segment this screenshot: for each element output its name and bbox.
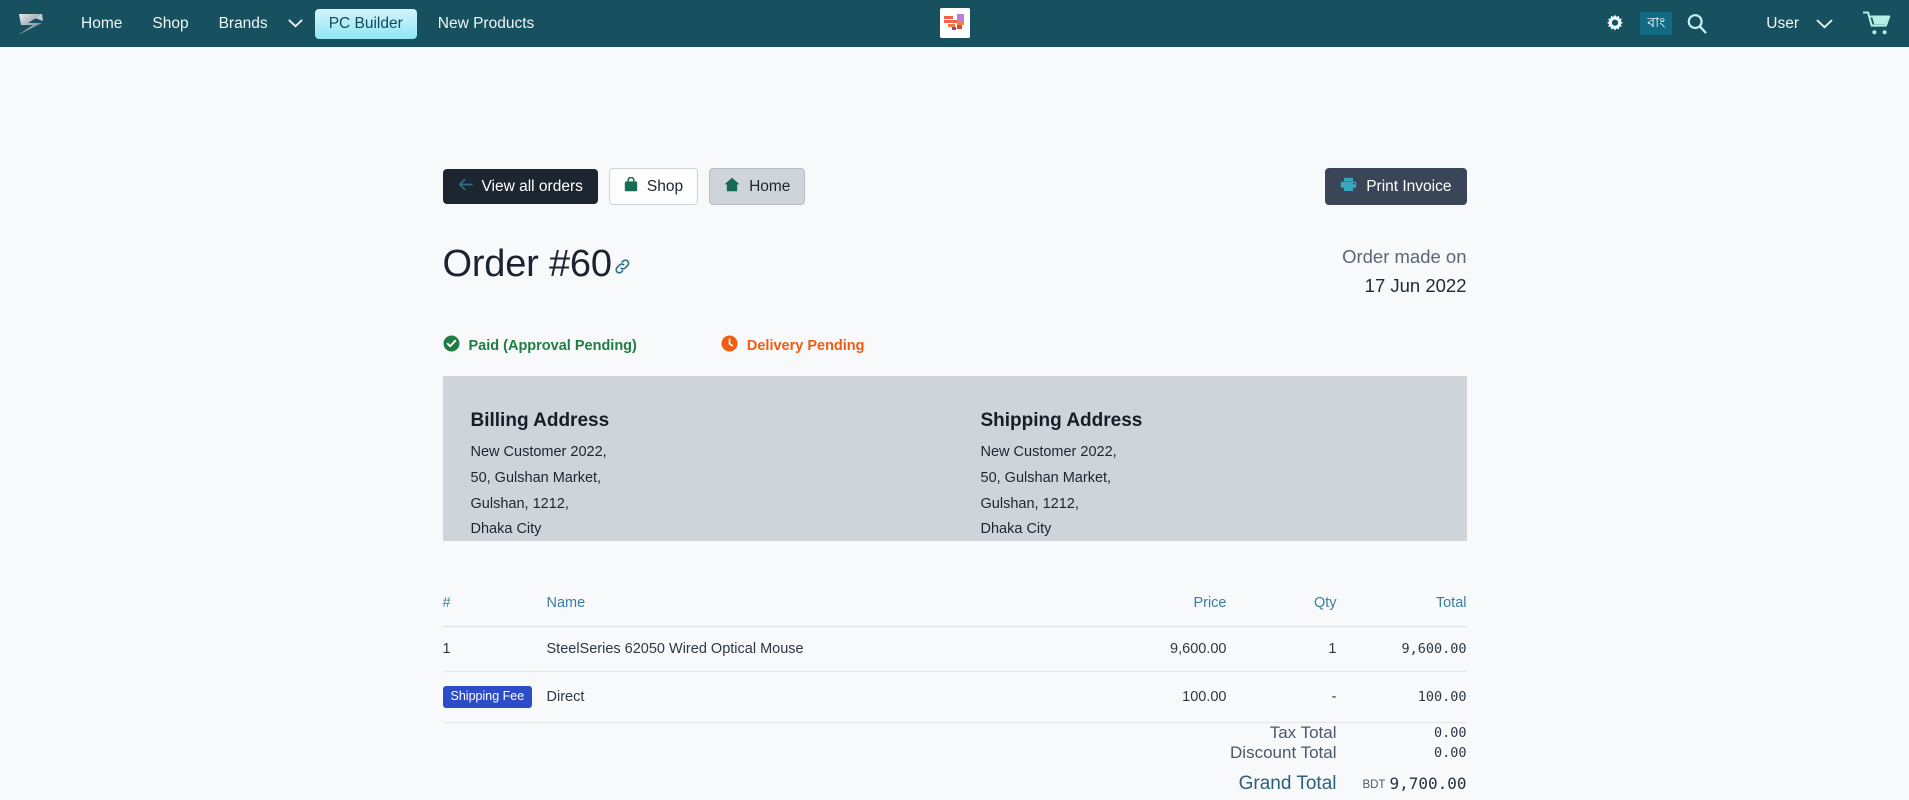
top-navbar: Home Shop Brands PC Builder New Products	[0, 0, 1909, 47]
clock-icon	[721, 335, 738, 356]
row-product-name: SteelSeries 62050 Wired Optical Mouse	[546, 626, 1047, 673]
discount-total-value: 0.00	[1433, 744, 1467, 761]
table-header-row: # Name Price Qty Total	[442, 587, 1467, 628]
shipping-address-line: Gulshan, 1212,	[980, 495, 1079, 512]
order-header: Order #60 Order made on 17 Jun 2022	[443, 243, 1467, 300]
table-row: Shipping Fee Direct 100.00 - 100.00	[442, 671, 1467, 723]
page-title: Order #60	[443, 243, 632, 286]
brand-logo-icon[interactable]	[14, 9, 48, 39]
home-button-label: Home	[749, 178, 791, 195]
order-title-text: Order #60	[442, 243, 612, 286]
delivery-status-label: Delivery Pending	[746, 337, 865, 354]
billing-address-title: Billing Address	[470, 410, 610, 432]
print-invoice-button[interactable]: Print Invoice	[1325, 168, 1467, 206]
shipping-address-line: Dhaka City	[980, 521, 1052, 538]
user-menu-label[interactable]: User	[1766, 15, 1799, 33]
column-header-index: #	[442, 587, 547, 628]
nav-item-new-products[interactable]: New Products	[423, 9, 549, 39]
printer-icon	[1340, 177, 1357, 196]
link-icon[interactable]	[613, 257, 632, 276]
home-icon	[724, 177, 740, 196]
shop-button[interactable]: Shop	[608, 168, 699, 206]
tax-total-label: Tax Total	[1269, 722, 1337, 742]
row-price: 100.00	[1046, 671, 1227, 723]
order-date-block: Order made on 17 Jun 2022	[1342, 243, 1466, 300]
row-qty: 1	[1226, 626, 1337, 673]
home-button[interactable]: Home	[709, 168, 806, 206]
discount-total-label: Discount Total	[1230, 742, 1337, 762]
delivery-status-badge: Delivery Pending	[721, 335, 865, 356]
column-header-qty: Qty	[1226, 587, 1337, 628]
row-price: 9,600.00	[1046, 626, 1227, 673]
shopping-cart-icon[interactable]	[1863, 10, 1893, 37]
payment-status-label: Paid (Approval Pending)	[468, 337, 637, 354]
nav-item-brands[interactable]: Brands	[204, 9, 283, 39]
language-toggle-button[interactable]: বাং	[1640, 12, 1673, 35]
grand-total-value-cell: BDT 9,700.00	[1337, 763, 1467, 795]
billing-address-line: Dhaka City	[470, 521, 542, 538]
status-badge: Shipping Fee	[442, 686, 533, 708]
totals-row-tax: Tax Total 0.00	[443, 723, 1467, 743]
nav-right-controls: বাং User	[1594, 0, 1909, 47]
view-all-orders-button[interactable]: View all orders	[442, 169, 598, 205]
shopping-bag-icon	[624, 176, 638, 196]
column-header-price: Price	[1046, 587, 1227, 628]
billing-address-line: 50, Gulshan Market,	[470, 470, 602, 487]
order-date-value: 17 Jun 2022	[1364, 274, 1467, 296]
row-qty: -	[1226, 671, 1337, 723]
table-row: 1 SteelSeries 62050 Wired Optical Mouse …	[442, 626, 1467, 673]
tax-total-value: 0.00	[1433, 724, 1467, 741]
totals-row-grand: Grand Total BDT 9,700.00	[443, 763, 1467, 795]
order-date-label: Order made on	[1342, 246, 1467, 268]
column-header-total: Total	[1336, 587, 1467, 628]
shipping-address-line: 50, Gulshan Market,	[980, 470, 1112, 487]
order-toolbar: View all orders Shop Home Print Invoice	[442, 168, 1467, 206]
totals-row-discount: Discount Total 0.00	[443, 742, 1467, 763]
check-circle-icon	[443, 335, 460, 356]
search-icon[interactable]	[1680, 8, 1714, 40]
nav-item-home[interactable]: Home	[66, 9, 137, 39]
chevron-down-icon[interactable]	[1809, 9, 1839, 39]
grand-total-label: Grand Total	[1238, 772, 1337, 794]
order-items-table: # Name Price Qty Total 1 SteelSeries 620…	[442, 587, 1467, 723]
billing-address-line: Gulshan, 1212,	[470, 495, 569, 512]
address-panel: Billing Address New Customer 2022, 50, G…	[442, 376, 1467, 542]
row-total: 100.00	[1336, 671, 1467, 723]
shipping-address-block: Shipping Address New Customer 2022, 50, …	[955, 410, 1439, 537]
row-index: Shipping Fee	[442, 671, 547, 723]
row-index: 1	[442, 626, 547, 673]
order-totals: Tax Total 0.00 Discount Total 0.00 Grand…	[443, 723, 1467, 795]
nav-main-links: Home Shop Brands PC Builder New Products	[66, 0, 549, 47]
gear-icon[interactable]	[1598, 8, 1632, 40]
print-invoice-label: Print Invoice	[1366, 178, 1452, 195]
order-detail-container: View all orders Shop Home Print Invoice …	[442, 94, 1467, 795]
nav-item-shop[interactable]: Shop	[137, 9, 203, 39]
site-thumbnail-image[interactable]	[939, 8, 970, 38]
grand-total-currency: BDT	[1362, 779, 1386, 792]
page-body: View all orders Shop Home Print Invoice …	[0, 47, 1909, 795]
arrow-left-icon	[458, 178, 473, 195]
shop-button-label: Shop	[646, 178, 684, 195]
shipping-address-title: Shipping Address	[980, 410, 1143, 432]
billing-address-line: New Customer 2022,	[470, 444, 607, 461]
row-total: 9,600.00	[1336, 626, 1467, 673]
column-header-name: Name	[546, 587, 1047, 628]
brands-chevron-down-icon[interactable]	[283, 9, 309, 39]
row-product-name: Direct	[546, 671, 1047, 723]
payment-status-badge: Paid (Approval Pending)	[443, 335, 637, 356]
shipping-address-line: New Customer 2022,	[980, 444, 1117, 461]
billing-address-block: Billing Address New Customer 2022, 50, G…	[470, 410, 955, 537]
nav-item-pc-builder[interactable]: PC Builder	[314, 8, 417, 39]
order-status-row: Paid (Approval Pending) Delivery Pending	[443, 335, 1467, 356]
view-all-orders-label: View all orders	[481, 178, 583, 195]
grand-total-value: 9,700.00	[1389, 774, 1467, 794]
